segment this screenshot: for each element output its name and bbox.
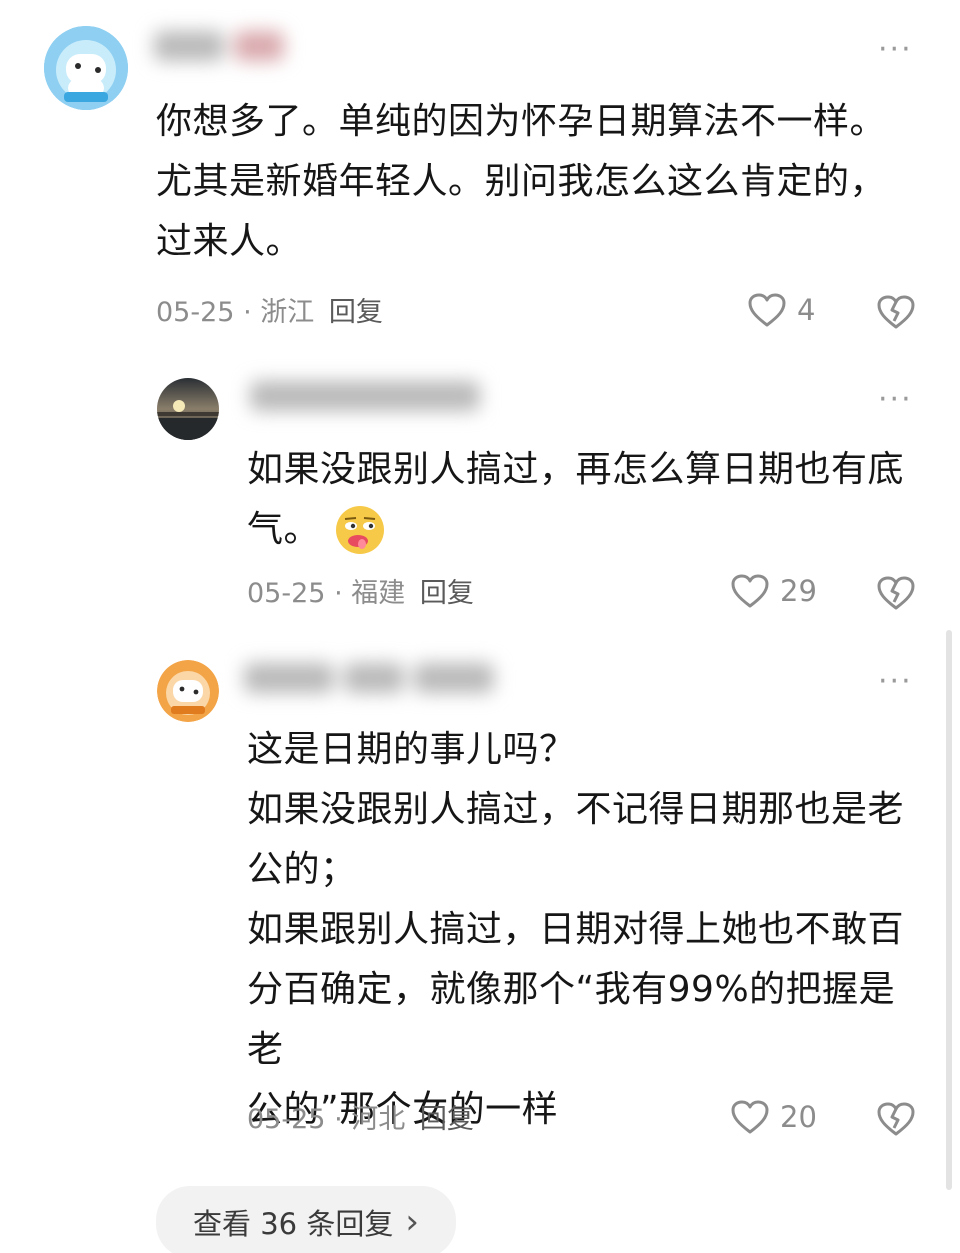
avatar[interactable] bbox=[157, 660, 219, 722]
comment-text: 你想多了。单纯的因为怀孕日期算法不一样。 尤其是新婚年轻人。别问我怎么这么肯定的… bbox=[156, 101, 887, 262]
heart-outline-icon bbox=[748, 293, 786, 327]
comment-meta: 05-25 · 浙江 回复 bbox=[156, 297, 383, 328]
more-dots-icon[interactable]: ··· bbox=[878, 385, 913, 415]
broken-heart-icon[interactable] bbox=[876, 293, 916, 335]
like-count: 4 bbox=[797, 293, 816, 327]
avatar[interactable] bbox=[44, 26, 128, 110]
reply-button[interactable]: 回复 bbox=[420, 578, 474, 609]
drooling-emoji-icon bbox=[336, 506, 385, 554]
broken-heart-icon[interactable] bbox=[876, 574, 916, 616]
view-more-label: 查看 36 条回复 bbox=[193, 1207, 394, 1241]
reply-button[interactable]: 回复 bbox=[329, 297, 383, 328]
comment-meta: 05-25 · 河北 回复 bbox=[247, 1104, 474, 1135]
username[interactable] bbox=[230, 650, 520, 706]
more-dots-icon[interactable]: ··· bbox=[878, 667, 913, 697]
reply-button[interactable]: 回复 bbox=[420, 1104, 474, 1135]
scrollbar[interactable] bbox=[946, 630, 952, 1190]
comment-date: 05-25 bbox=[156, 297, 235, 328]
like-button[interactable]: 4 bbox=[747, 292, 815, 328]
view-more-replies-button[interactable]: 查看 36 条回复 › bbox=[156, 1186, 456, 1253]
heart-outline-icon bbox=[731, 1100, 769, 1134]
comment-text: 如果没跟别人搞过，再怎么算日期也有底 气。 bbox=[247, 440, 927, 560]
broken-heart-icon[interactable] bbox=[876, 1100, 916, 1142]
comment-meta: 05-25 · 福建 回复 bbox=[247, 578, 474, 609]
comment-location: 浙江 bbox=[260, 297, 315, 328]
username[interactable] bbox=[140, 18, 300, 74]
heart-outline-icon bbox=[731, 574, 769, 608]
like-count: 20 bbox=[780, 1100, 817, 1134]
chevron-right-icon: › bbox=[405, 1202, 419, 1242]
username[interactable] bbox=[236, 368, 496, 424]
comment-date: 05-25 bbox=[247, 578, 326, 609]
comment-location: 河北 bbox=[351, 1104, 406, 1135]
comment-text: 这是日期的事儿吗？ 如果没跟别人搞过，不记得日期那也是老 公的； 如果跟别人搞过… bbox=[247, 729, 905, 1130]
comment-location: 福建 bbox=[351, 578, 406, 609]
comment-date: 05-25 bbox=[247, 1104, 326, 1135]
like-count: 29 bbox=[780, 574, 817, 608]
like-button[interactable]: 29 bbox=[730, 573, 817, 609]
more-dots-icon[interactable]: ··· bbox=[878, 35, 913, 65]
like-button[interactable]: 20 bbox=[730, 1099, 817, 1135]
avatar[interactable] bbox=[157, 378, 219, 440]
